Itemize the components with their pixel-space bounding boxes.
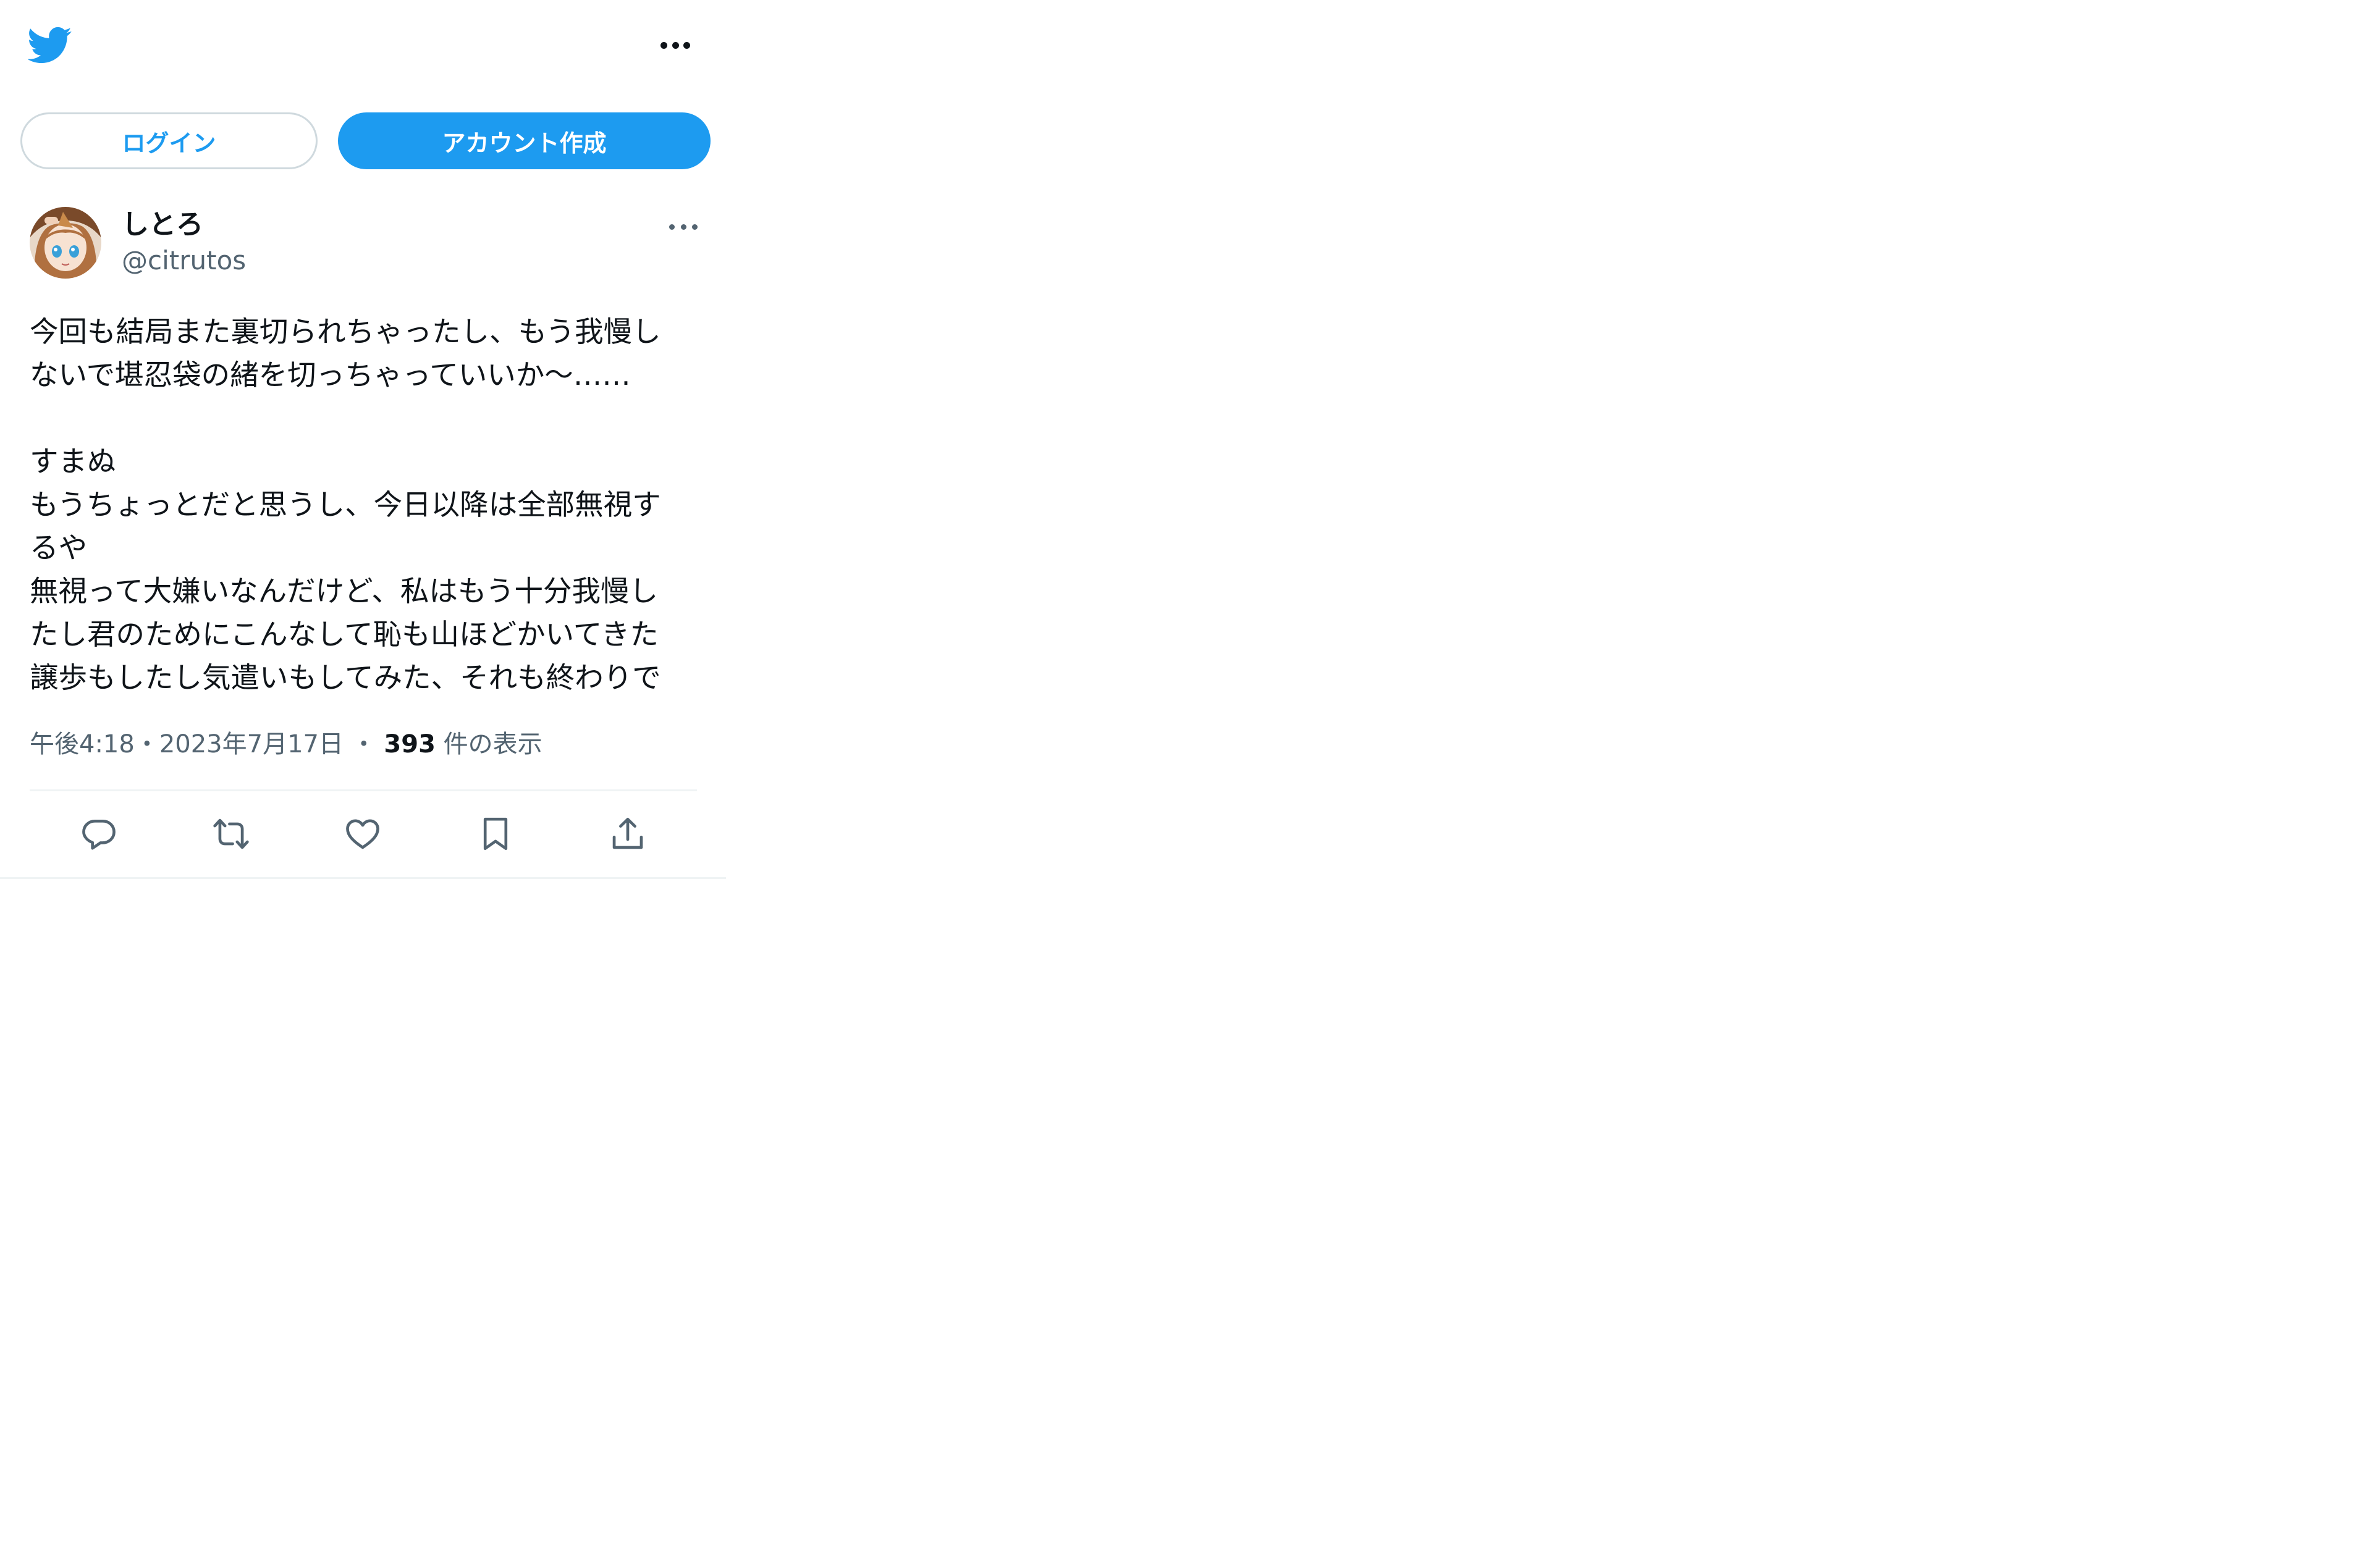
views-count: 393: [384, 730, 436, 759]
twitter-bird-icon[interactable]: [27, 23, 72, 67]
tweet-date[interactable]: 2023年7月17日: [159, 730, 344, 759]
top-bar: [0, 0, 726, 93]
author-handle[interactable]: @citrutos: [122, 245, 246, 277]
like-icon: [346, 819, 379, 849]
like-button[interactable]: [339, 810, 386, 857]
avatar[interactable]: [30, 207, 101, 279]
tweet-text-line: たし君のためにこんなして恥も山ほどかいてきた: [30, 618, 659, 651]
tweet-text-line: すまぬ: [30, 445, 116, 478]
dot: [669, 224, 675, 230]
tweet-text-line: 譲歩もしたし気遣いもしてみた、それも終わりで: [30, 661, 661, 694]
tweet-text-line: [30, 397, 709, 440]
tweet-more-icon[interactable]: [669, 217, 698, 236]
tweet-time[interactable]: 午後4:18: [30, 730, 135, 759]
dot: [683, 41, 690, 49]
retweet-icon: [213, 818, 249, 849]
divider: [30, 789, 697, 791]
share-button[interactable]: [604, 810, 651, 857]
page: ログイン アカウント作成 しとろ @citrutos 今回も結局また裏切られちゃ…: [0, 0, 2380, 1564]
tweet-column: ログイン アカウント作成 しとろ @citrutos 今回も結局また裏切られちゃ…: [0, 0, 726, 880]
tweet-text-line: ないで堪忍袋の緒を切っちゃっていいか〜……: [30, 358, 631, 392]
reply-button[interactable]: [75, 810, 122, 857]
author-display-name[interactable]: しとろ: [122, 208, 203, 242]
bookmark-icon: [483, 817, 508, 851]
dot: [660, 41, 667, 49]
avatar-illustration: [30, 207, 101, 279]
more-horizontal-icon[interactable]: [658, 34, 693, 56]
meta-separator: ・: [134, 730, 159, 759]
dot: [692, 224, 698, 230]
tweet-text-line: もうちょっとだと思うし、今日以降は全部無視す: [30, 488, 661, 521]
meta-separator: ・: [351, 730, 376, 759]
views-label: 件の表示: [443, 730, 542, 759]
retweet-button[interactable]: [208, 810, 255, 857]
reply-icon: [82, 820, 116, 850]
bookmark-button[interactable]: [472, 810, 519, 857]
tweet-text: 今回も結局また裏切られちゃったし、もう我慢し ないで堪忍袋の緒を切っちゃっていい…: [30, 310, 709, 699]
tweet-text-line: 今回も結局また裏切られちゃったし、もう我慢し: [30, 315, 661, 348]
tweet-text-line: 無視って大嫌いなんだけど、私はもう十分我慢し: [30, 574, 658, 608]
tweet-meta: 午後4:18・2023年7月17日 ・ 393 件の表示: [30, 727, 542, 762]
divider: [0, 877, 726, 879]
dot: [680, 224, 686, 230]
dot: [672, 41, 679, 49]
login-button[interactable]: ログイン: [20, 112, 318, 169]
tweet-actions: [30, 803, 697, 865]
tweet-text-line: るや: [30, 531, 87, 565]
share-icon: [612, 817, 643, 849]
create-account-button[interactable]: アカウント作成: [338, 112, 711, 169]
